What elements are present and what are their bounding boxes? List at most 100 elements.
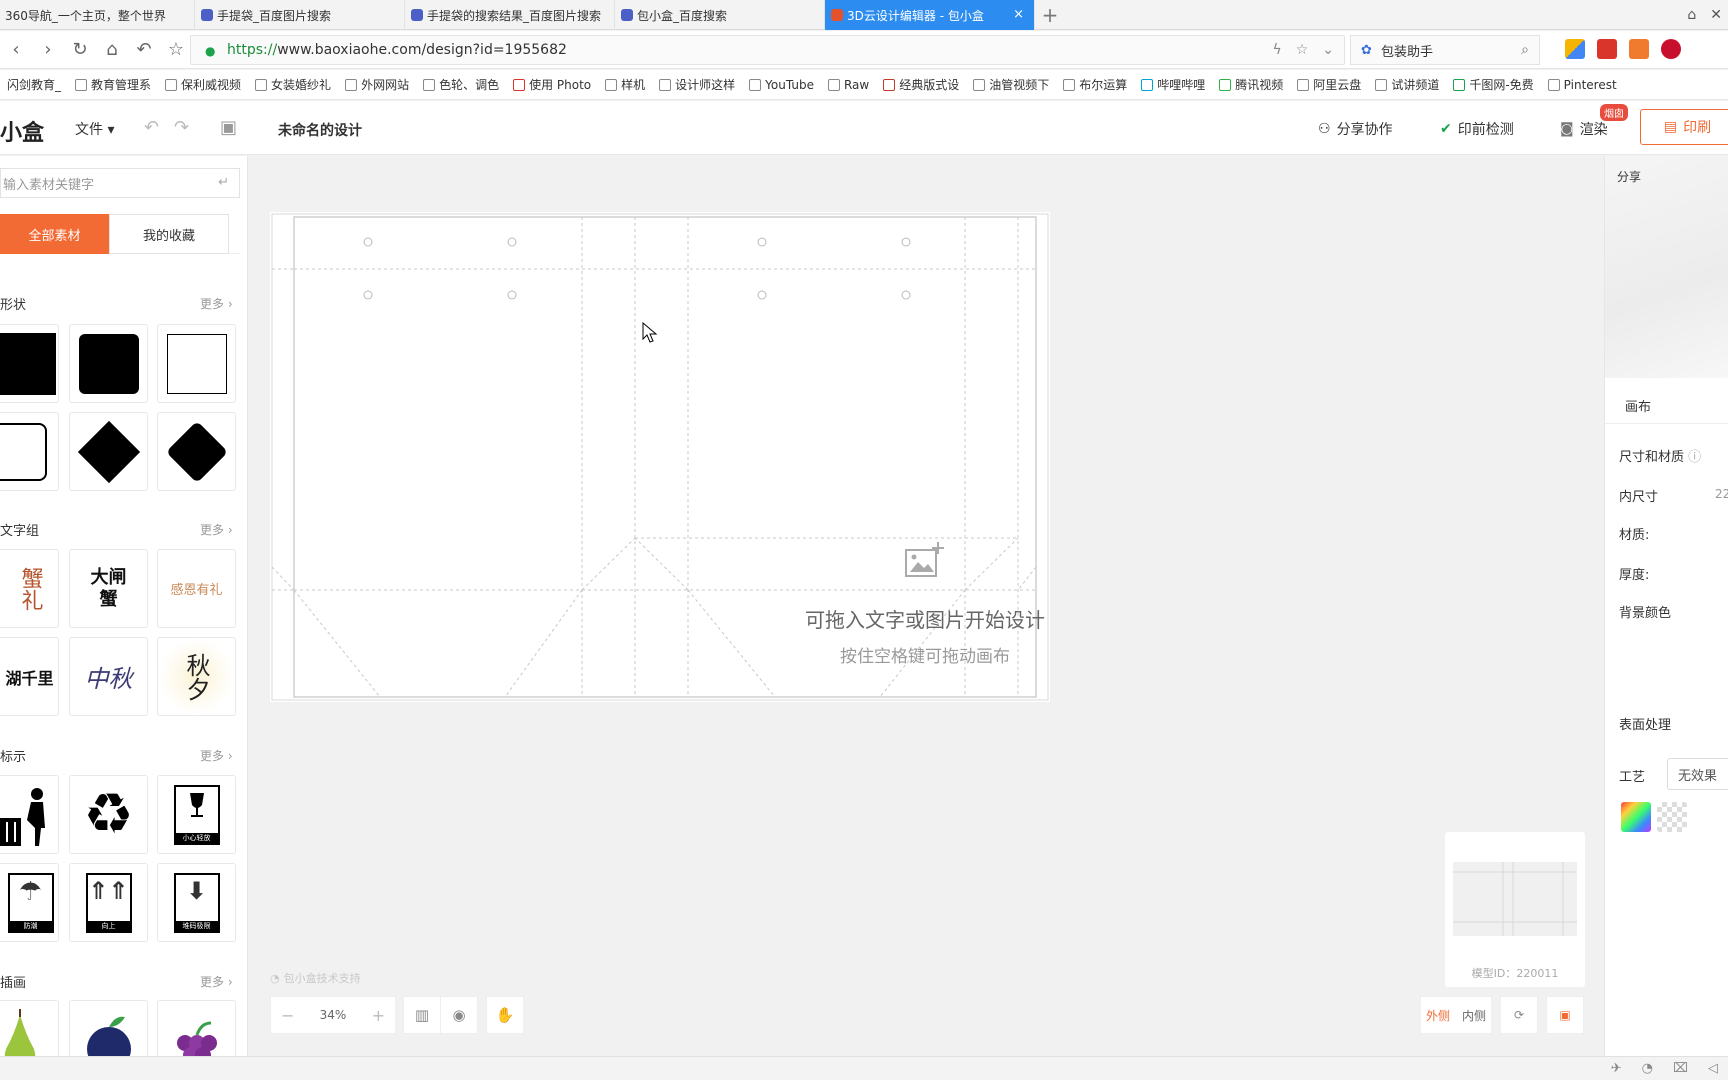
undo-close-icon[interactable]: ↶	[128, 39, 160, 60]
shape-square-outline[interactable]	[157, 324, 236, 403]
bookmark-item[interactable]: 经典版式设	[876, 76, 966, 93]
3d-view-button[interactable]: ▣	[1546, 996, 1584, 1034]
help-icon[interactable]: ⓘ	[1688, 450, 1701, 465]
adblock-ext-icon[interactable]	[1661, 39, 1681, 59]
bookmark-item[interactable]: 阿里云盘	[1290, 76, 1368, 93]
close-icon[interactable]: ×	[1013, 7, 1024, 22]
transparent-swatch[interactable]	[1657, 802, 1687, 832]
zoom-out-button[interactable]: −	[281, 1006, 294, 1025]
zoom-in-button[interactable]: +	[372, 1006, 385, 1025]
bookmark-item[interactable]: 教育管理系	[68, 76, 158, 93]
tab-canvas[interactable]: 画布	[1605, 384, 1728, 424]
tab-3d-editor[interactable]: 3D云设计编辑器 - 包小盒 ×	[825, 0, 1035, 30]
bookmark-item[interactable]: 闪剑教育_	[0, 76, 68, 93]
home-icon[interactable]: ⌂	[96, 39, 128, 60]
more-link[interactable]: 更多 ›	[200, 747, 233, 764]
share-collab-button[interactable]: ⚇ 分享协作	[1318, 119, 1393, 139]
browser-search-box[interactable]: ✿ 包装助手 ⌕	[1350, 35, 1540, 65]
bookmark-item[interactable]: 使用 Photo	[506, 76, 598, 93]
windows-ext-icon[interactable]	[1565, 39, 1585, 59]
recycle-icon[interactable]: ♻	[69, 775, 148, 854]
bookmark-item[interactable]: 腾讯视频	[1212, 76, 1290, 93]
bookmark-folder[interactable]: Raw	[821, 78, 876, 92]
bookmark-folder[interactable]: 外网网站	[338, 76, 416, 93]
shape-rounded-square-outline[interactable]	[0, 412, 59, 491]
close-window-icon[interactable]: ✕	[1710, 7, 1722, 23]
bookmark-folder[interactable]: 试讲频道	[1368, 76, 1446, 93]
render-button[interactable]: ◙ 渲染	[1560, 119, 1608, 139]
save-icon[interactable]: ▣	[220, 117, 237, 138]
shape-rounded-diamond-black[interactable]	[157, 412, 236, 491]
bookmark-folder[interactable]: 样机	[598, 76, 652, 93]
bookmark-item[interactable]: YouTube	[742, 78, 821, 92]
video-ext-icon[interactable]	[1597, 39, 1617, 59]
tab-all-assets[interactable]: 全部素材	[0, 214, 109, 254]
redo-icon[interactable]: ↷	[174, 117, 189, 138]
outside-button[interactable]: 外侧	[1426, 1007, 1450, 1024]
craft-select[interactable]: 无效果	[1667, 758, 1728, 790]
umbrella-sign-icon[interactable]: ☂ 防潮	[0, 863, 59, 942]
bookmark-item[interactable]: 千图网-免费	[1446, 76, 1540, 93]
forward-icon[interactable]: ›	[32, 39, 64, 60]
tab-handbag-images[interactable]: 手提袋_百度图片搜索	[195, 0, 405, 30]
rocket-icon[interactable]: ✈	[1611, 1061, 1622, 1076]
address-bar[interactable]: ● https://www.baoxiaohe.com/design?id=19…	[190, 35, 1345, 65]
stack-limit-sign-icon[interactable]: ⬇ 堆码极限	[157, 863, 236, 942]
text-group-thanks-gift[interactable]: 感恩有礼	[157, 549, 236, 628]
hand-tool-button[interactable]: ✋	[486, 996, 524, 1034]
text-group-autumn-eve[interactable]: 秋夕	[157, 637, 236, 716]
rotate-90-button[interactable]: ⟳	[1500, 996, 1538, 1034]
more-link[interactable]: 更多 ›	[200, 973, 233, 990]
discount-ext-icon[interactable]	[1629, 39, 1649, 59]
shape-diamond-black[interactable]	[69, 412, 148, 491]
speed-icon[interactable]: ◔	[1642, 1061, 1653, 1076]
more-link[interactable]: 更多 ›	[200, 521, 233, 538]
text-group-lake[interactable]: 湖千里	[0, 637, 59, 716]
lightning-icon[interactable]: ϟ	[1272, 42, 1281, 58]
shape-square-black[interactable]	[0, 324, 59, 403]
new-tab-button[interactable]: +	[1035, 0, 1065, 30]
more-link[interactable]: 更多 ›	[200, 295, 233, 312]
this-way-up-sign-icon[interactable]: ⇑⇑ 向上	[69, 863, 148, 942]
bookmark-item[interactable]: 女装婚纱礼	[248, 76, 338, 93]
search-icon[interactable]: ⌕	[1521, 42, 1529, 58]
layers-button[interactable]: ▥	[403, 996, 441, 1034]
reload-icon[interactable]: ↻	[64, 39, 96, 60]
back-icon[interactable]: ‹	[0, 39, 32, 60]
inside-button[interactable]: 内侧	[1462, 1007, 1486, 1024]
text-group-crab-gift[interactable]: 蟹礼	[0, 549, 59, 628]
shape-rounded-square-black[interactable]	[69, 324, 148, 403]
bookmark-folder[interactable]: 布尔运算	[1056, 76, 1134, 93]
app-logo[interactable]: 小盒	[0, 115, 44, 147]
tab-baoxiaohe-search[interactable]: 包小盒_百度搜索	[615, 0, 825, 30]
tab-360[interactable]: 360导航_一个主页，整个世界	[0, 0, 195, 30]
precheck-button[interactable]: ✔ 印前检测	[1440, 119, 1514, 139]
share-preview[interactable]: 分享	[1605, 156, 1728, 378]
tab-my-favorites[interactable]: 我的收藏	[109, 214, 229, 254]
bookmark-item[interactable]: 色轮、调色	[416, 76, 506, 93]
undo-icon[interactable]: ↶	[144, 117, 159, 138]
star-icon[interactable]: ☆	[160, 39, 192, 60]
shirt-icon[interactable]: ⌂	[1687, 7, 1696, 23]
trash-sign-icon[interactable]	[0, 775, 59, 854]
tab-handbag-search[interactable]: 手提袋的搜索结果_百度图片搜索	[405, 0, 615, 30]
bookmark-item[interactable]: 哔哩哔哩	[1134, 76, 1212, 93]
color-picker-swatch[interactable]	[1621, 802, 1651, 832]
bookmark-item[interactable]: 油管视频下	[966, 76, 1056, 93]
bookmark-item[interactable]: Pinterest	[1541, 78, 1624, 92]
bookmark-item[interactable]: 保利威视频	[158, 76, 248, 93]
bookmark-star-icon[interactable]: ☆	[1296, 42, 1309, 58]
volume-icon[interactable]: ◁	[1708, 1061, 1718, 1076]
preview-button[interactable]: ◉	[440, 996, 478, 1034]
model-minimap[interactable]: 模型ID：220011	[1445, 832, 1585, 987]
print-button[interactable]: ▤ 印刷	[1640, 109, 1728, 145]
trash-icon[interactable]: ⌧	[1673, 1061, 1688, 1076]
text-group-hairy-crab[interactable]: 大闸蟹	[69, 549, 148, 628]
enter-icon[interactable]: ↵	[218, 175, 229, 190]
fragile-sign-icon[interactable]: 小心轻放	[157, 775, 236, 854]
file-menu[interactable]: 文件 ▾	[75, 119, 114, 139]
chevron-down-icon[interactable]: ⌄	[1322, 42, 1334, 58]
text-group-mid-autumn[interactable]: 中秋	[69, 637, 148, 716]
bookmark-item[interactable]: 设计师这样	[652, 76, 742, 93]
design-title[interactable]: 未命名的设计	[278, 120, 362, 140]
